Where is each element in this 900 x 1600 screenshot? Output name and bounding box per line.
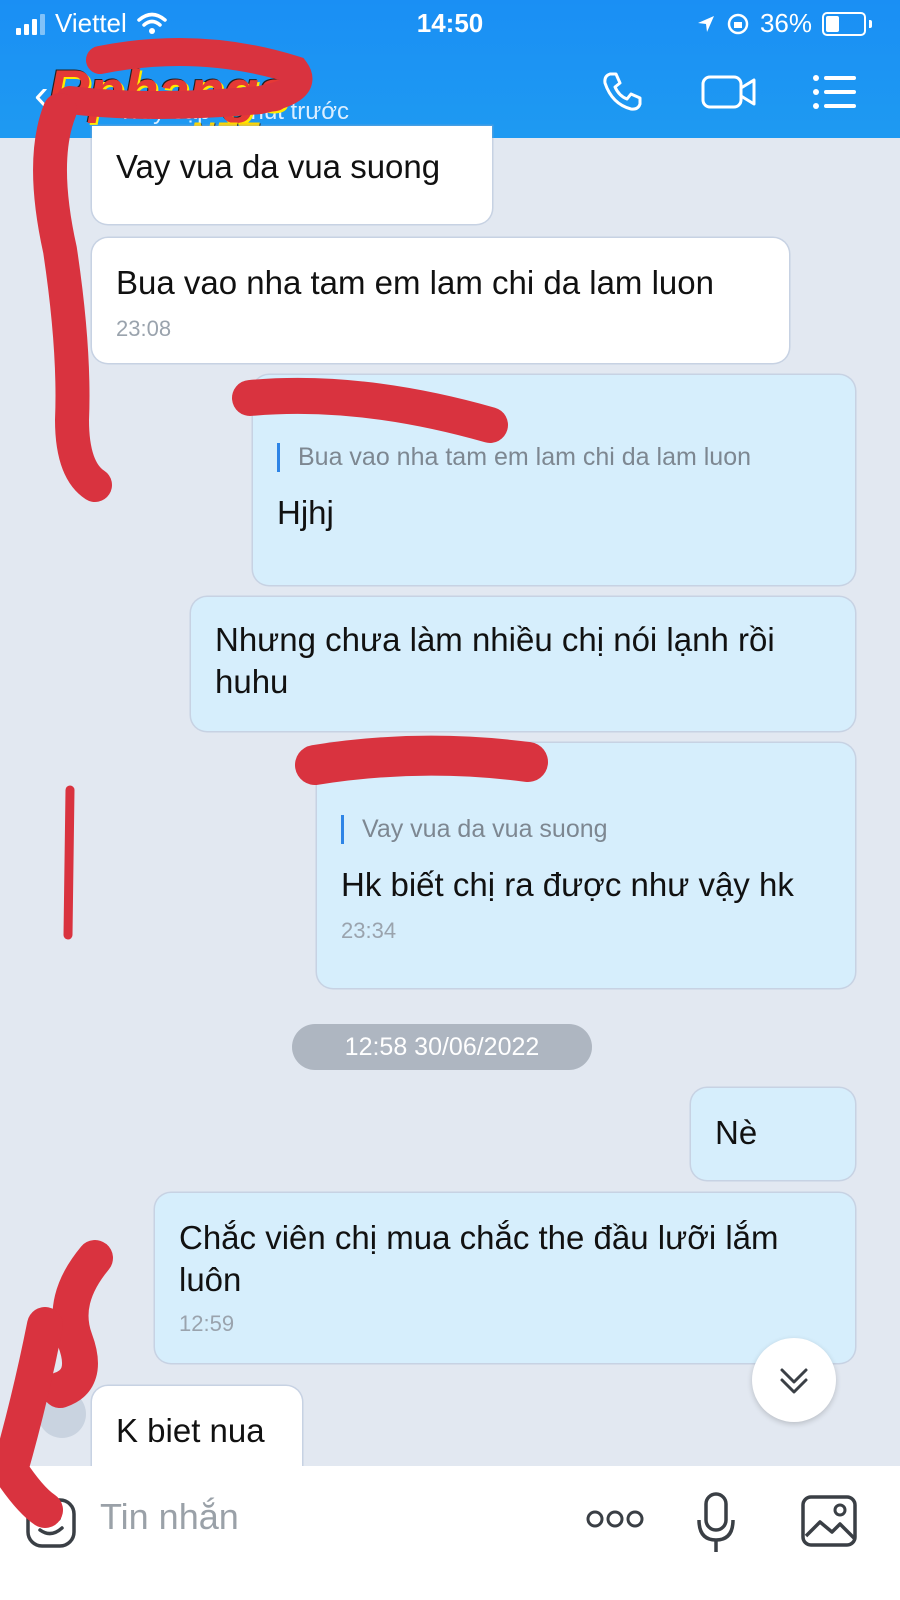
- avatar[interactable]: [38, 1390, 86, 1438]
- message-text: Vay vua da vua suong: [116, 148, 441, 185]
- message-text: Hjhj: [277, 494, 334, 531]
- microphone-icon[interactable]: [696, 1492, 736, 1556]
- message-bubble-outgoing[interactable]: Nhưng chưa làm nhiều chị nói lạnh rồi hu…: [191, 597, 855, 731]
- menu-list-icon[interactable]: [810, 68, 858, 116]
- message-bubble-incoming[interactable]: K biet nua: [92, 1386, 302, 1470]
- message-time: 12:59: [179, 1311, 235, 1336]
- date-divider: 12:58 30/06/2022: [292, 1024, 592, 1070]
- message-time: 23:08: [116, 316, 172, 341]
- message-bubble-incoming[interactable]: Vay vua da vua suong: [92, 126, 492, 224]
- message-bubble-outgoing[interactable]: Chắc viên chị mua chắc the đầu lưỡi lắm …: [155, 1193, 855, 1363]
- rotation-lock-icon: [727, 13, 749, 34]
- more-icon[interactable]: [585, 1506, 645, 1532]
- message-text: Hk biết chị ra được như vậy hk: [341, 866, 794, 903]
- message-text: Chắc viên chị mua chắc the đầu lưỡi lắm …: [179, 1219, 779, 1298]
- message-text: Bua vao nha tam em lam chi da lam luon: [116, 264, 714, 301]
- message-composer: Tin nhắn: [0, 1466, 900, 1600]
- message-bubble-outgoing[interactable]: Bua vao nha tam em lam chi da lam luon H…: [253, 375, 855, 585]
- sticker-icon[interactable]: [24, 1496, 78, 1550]
- location-icon: [697, 15, 714, 32]
- image-icon[interactable]: [800, 1494, 858, 1548]
- message-text: Nè: [715, 1114, 758, 1151]
- battery-percent: 36%: [759, 8, 812, 38]
- message-text: K biet nua: [116, 1412, 265, 1449]
- scroll-down-button[interactable]: [752, 1338, 836, 1422]
- message-input[interactable]: Tin nhắn: [100, 1496, 239, 1538]
- chevron-double-down-icon: [780, 1368, 808, 1394]
- video-call-icon[interactable]: [700, 68, 758, 116]
- quoted-message[interactable]: Bua vao nha tam em lam chi da lam luon: [277, 443, 831, 472]
- message-bubble-outgoing[interactable]: Nè: [691, 1088, 855, 1180]
- battery-icon: [822, 11, 866, 36]
- message-bubble-outgoing[interactable]: Vay vua da vua suong Hk biết chị ra được…: [317, 743, 855, 988]
- back-icon[interactable]: ‹: [34, 70, 49, 120]
- message-bubble-incoming[interactable]: Bua vao nha tam em lam chi da lam luon 2…: [92, 238, 789, 363]
- battery-tip: [869, 19, 872, 28]
- message-text: Nhưng chưa làm nhiều chị nói lạnh rồi hu…: [215, 621, 775, 700]
- message-time: 23:34: [341, 918, 397, 943]
- phone-icon[interactable]: [598, 68, 646, 116]
- watermark-logo: Rphangs: [48, 59, 290, 124]
- top-bar: Viettel 14:50 36% ‹ Truy cập 4 phút trướ…: [0, 0, 900, 154]
- quoted-message[interactable]: Vay vua da vua suong: [341, 815, 831, 844]
- status-right: 36%: [696, 8, 872, 39]
